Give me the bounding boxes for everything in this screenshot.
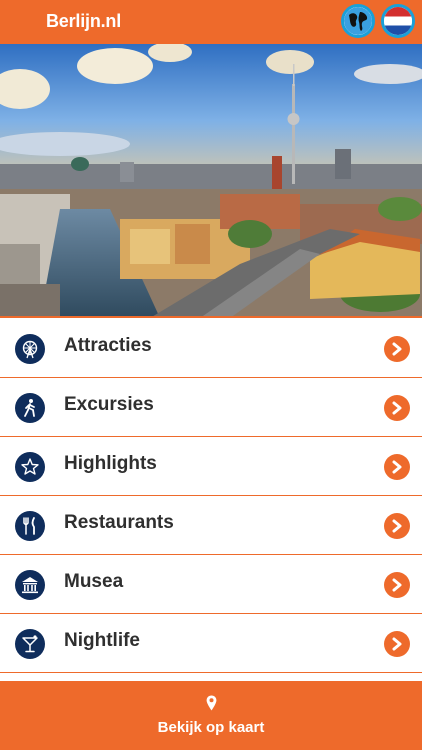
walking-person-icon: [15, 393, 45, 423]
location-pin-icon: [206, 695, 217, 711]
cocktail-icon: [15, 629, 45, 659]
view-on-map-button[interactable]: Bekijk op kaart: [0, 681, 422, 750]
chevron-right-icon: [384, 513, 410, 539]
top-bar: Berlijn.nl: [0, 0, 422, 44]
star-icon: [15, 452, 45, 482]
chevron-right-icon: [384, 572, 410, 598]
menu-item-musea[interactable]: Musea: [0, 555, 422, 614]
menu-item-attracties[interactable]: Attracties: [0, 319, 422, 378]
app-title: Berlijn.nl: [46, 11, 122, 31]
chevron-right-icon: [384, 454, 410, 480]
menu-item-label: Attracties: [64, 335, 152, 356]
globe-icon: [344, 7, 372, 35]
language-button[interactable]: [381, 4, 415, 38]
fork-knife-icon: [15, 511, 45, 541]
view-on-map-label: Bekijk op kaart: [157, 719, 265, 736]
chevron-right-icon: [384, 395, 410, 421]
museum-icon: [15, 570, 45, 600]
globe-button[interactable]: [341, 4, 375, 38]
chevron-right-icon: [384, 336, 410, 362]
menu-item-nightlife[interactable]: Nightlife: [0, 614, 422, 673]
menu-item-label: Musea: [64, 571, 124, 592]
menu-item-restaurants[interactable]: Restaurants: [0, 496, 422, 555]
menu-item-highlights[interactable]: Highlights: [0, 437, 422, 496]
hero-image: [0, 44, 422, 318]
menu-item-excursies[interactable]: Excursies: [0, 378, 422, 437]
menu-item-label: Excursies: [64, 394, 154, 415]
dutch-flag-icon: [384, 7, 412, 35]
ferris-wheel-icon: [15, 334, 45, 364]
menu-item-label: Restaurants: [64, 512, 174, 533]
bottom-bar: Bekijk op kaart: [0, 681, 422, 750]
menu-item-label: Highlights: [64, 453, 157, 474]
menu-item-label: Nightlife: [64, 630, 140, 651]
chevron-right-icon: [384, 631, 410, 657]
category-list: Attracties Excursies Highlights Restaura…: [0, 319, 422, 673]
